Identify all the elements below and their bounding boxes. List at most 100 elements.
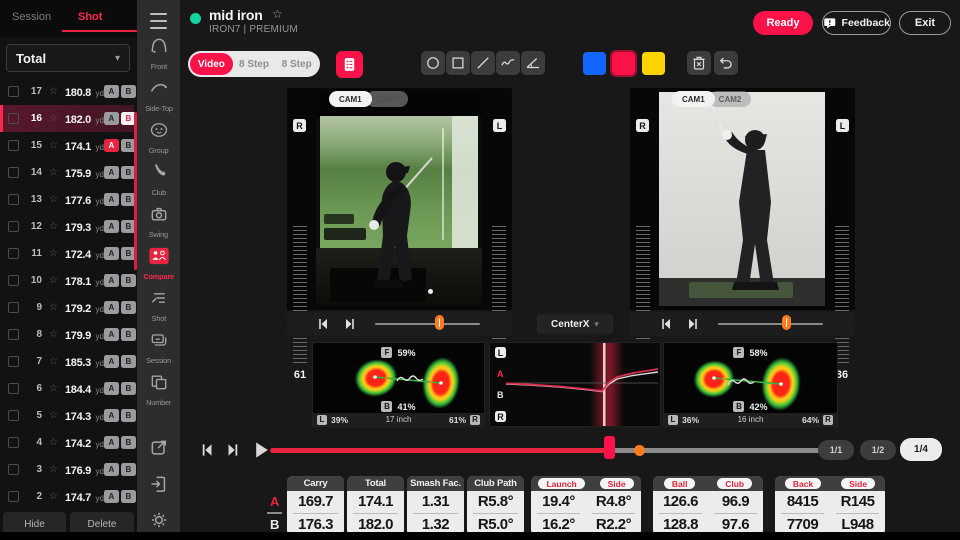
assign-b-button[interactable]: B (121, 409, 136, 422)
star-icon[interactable]: ☆ (49, 86, 58, 97)
undo-button[interactable] (714, 51, 738, 75)
shot-checkbox[interactable] (8, 356, 19, 367)
video-frame-right[interactable] (659, 92, 825, 306)
assign-a-button[interactable]: A (104, 247, 119, 260)
star-icon[interactable]: ☆ (49, 302, 58, 313)
assign-a-button[interactable]: A (104, 193, 119, 206)
sequence-button[interactable] (336, 51, 363, 78)
assign-a-button[interactable]: A (104, 436, 119, 449)
angle-tool-button[interactable] (521, 51, 545, 75)
star-icon[interactable]: ☆ (49, 194, 58, 205)
shot-checkbox[interactable] (8, 437, 19, 448)
shot-checkbox[interactable] (8, 140, 19, 151)
ellipse-tool-button[interactable] (421, 51, 445, 75)
assign-b-button[interactable]: B (121, 436, 136, 449)
shot-row[interactable]: 7☆185.3 ydAB (0, 348, 134, 375)
ready-button[interactable]: Ready (753, 11, 813, 35)
assign-a-button[interactable]: A (104, 301, 119, 314)
assign-b-button[interactable]: B (121, 463, 136, 476)
camera-tab-cam1[interactable]: CAM1 (672, 91, 715, 107)
assign-a-button[interactable]: A (104, 274, 119, 287)
star-icon[interactable]: ☆ (49, 167, 58, 178)
shot-checkbox[interactable] (8, 194, 19, 205)
clear-drawings-button[interactable] (687, 51, 711, 75)
sidebar-item-compare[interactable]: Compare (137, 242, 180, 284)
assign-a-button[interactable]: A (104, 85, 119, 98)
tab-shot[interactable]: Shot (78, 11, 102, 23)
line-tool-button[interactable] (471, 51, 495, 75)
assign-b-button[interactable]: B (121, 490, 136, 503)
star-icon[interactable]: ☆ (49, 383, 58, 394)
segment-8-step-1[interactable]: 8 Step (233, 53, 276, 75)
curve-tool-button[interactable] (496, 51, 520, 75)
star-icon[interactable]: ☆ (49, 275, 58, 286)
tab-session[interactable]: Session (12, 11, 51, 23)
shot-checkbox[interactable] (8, 302, 19, 313)
shot-checkbox[interactable] (8, 275, 19, 286)
shot-row[interactable]: 8☆179.9 ydAB (0, 321, 134, 348)
assign-a-button[interactable]: A (104, 409, 119, 422)
shot-row[interactable]: 4☆174.2 ydAB (0, 429, 134, 456)
color-swatch-blue[interactable] (583, 52, 606, 75)
shot-checkbox[interactable] (8, 410, 19, 421)
menu-icon[interactable] (150, 10, 167, 32)
star-icon[interactable]: ☆ (49, 329, 58, 340)
camera-tab-cam2[interactable]: CAM2 (366, 91, 409, 107)
shot-checkbox[interactable] (8, 248, 19, 259)
shot-row[interactable]: 10☆178.1 ydAB (0, 267, 134, 294)
shot-row[interactable]: 5☆174.3 ydAB (0, 402, 134, 429)
assign-a-button[interactable]: A (104, 166, 119, 179)
shot-checkbox[interactable] (8, 113, 19, 124)
assign-b-button[interactable]: B (121, 274, 136, 287)
shot-checkbox[interactable] (8, 383, 19, 394)
assign-a-button[interactable]: A (104, 463, 119, 476)
assign-a-button[interactable]: A (104, 112, 119, 125)
timeline-event-marker[interactable] (634, 445, 645, 456)
assign-b-button[interactable]: B (121, 382, 136, 395)
assign-a-button[interactable]: A (104, 490, 119, 503)
shot-row[interactable]: 9☆179.2 ydAB (0, 294, 134, 321)
shot-checkbox[interactable] (8, 167, 19, 178)
sidebar-item-club[interactable]: Club (137, 158, 180, 200)
shot-checkbox[interactable] (8, 491, 19, 502)
shot-row[interactable]: 14☆175.9 ydAB (0, 159, 134, 186)
sidebar-item-number[interactable]: Number (137, 368, 180, 410)
feedback-button[interactable]: Feedback (822, 11, 891, 35)
shot-row[interactable]: 15☆174.1 ydAB (0, 132, 134, 159)
rect-tool-button[interactable] (446, 51, 470, 75)
star-icon[interactable]: ☆ (49, 248, 58, 259)
shot-row[interactable]: 12☆179.3 ydAB (0, 213, 134, 240)
frame-slider-left[interactable] (375, 323, 480, 325)
star-icon[interactable]: ☆ (49, 140, 58, 151)
sidebar-item-side-top[interactable]: Side-Top (137, 74, 180, 116)
shot-row[interactable]: 6☆184.4 ydAB (0, 375, 134, 402)
assign-a-button[interactable]: A (104, 328, 119, 341)
assign-b-button[interactable]: B (121, 85, 136, 98)
frame-slider-handle[interactable] (782, 315, 791, 330)
shot-checkbox[interactable] (8, 86, 19, 97)
step-back-button[interactable] (315, 316, 331, 332)
exit-button[interactable]: Exit (899, 11, 951, 35)
center-metric-dropdown[interactable]: CenterX ▾ (537, 314, 613, 334)
speed-button-1-4[interactable]: 1/4 (900, 438, 942, 461)
camera-tab-cam1[interactable]: CAM1 (329, 91, 372, 107)
assign-b-button[interactable]: B (121, 328, 136, 341)
timeline-playhead[interactable] (604, 436, 615, 459)
color-swatch-yellow[interactable] (642, 52, 665, 75)
assign-a-button[interactable]: A (104, 139, 119, 152)
timeline-play-button[interactable] (250, 439, 272, 461)
shot-checkbox[interactable] (8, 221, 19, 232)
shot-row[interactable]: 11☆172.4 ydAB (0, 240, 134, 267)
star-icon[interactable]: ☆ (49, 464, 58, 475)
sidebar-item-group[interactable]: Group (137, 116, 180, 158)
shot-checkbox[interactable] (8, 464, 19, 475)
favorite-star-icon[interactable]: ☆ (272, 7, 283, 21)
step-forward-button[interactable] (685, 316, 701, 332)
sidebar-item-swing[interactable]: Swing (137, 200, 180, 242)
assign-a-button[interactable]: A (104, 355, 119, 368)
star-icon[interactable]: ☆ (49, 410, 58, 421)
timeline-track-elapsed[interactable] (270, 448, 612, 453)
speed-button-1-1[interactable]: 1/1 (818, 440, 854, 460)
shot-row[interactable]: 16☆182.0 ydAB (0, 105, 134, 132)
shot-row[interactable]: 17☆180.8 ydAB (0, 78, 134, 105)
